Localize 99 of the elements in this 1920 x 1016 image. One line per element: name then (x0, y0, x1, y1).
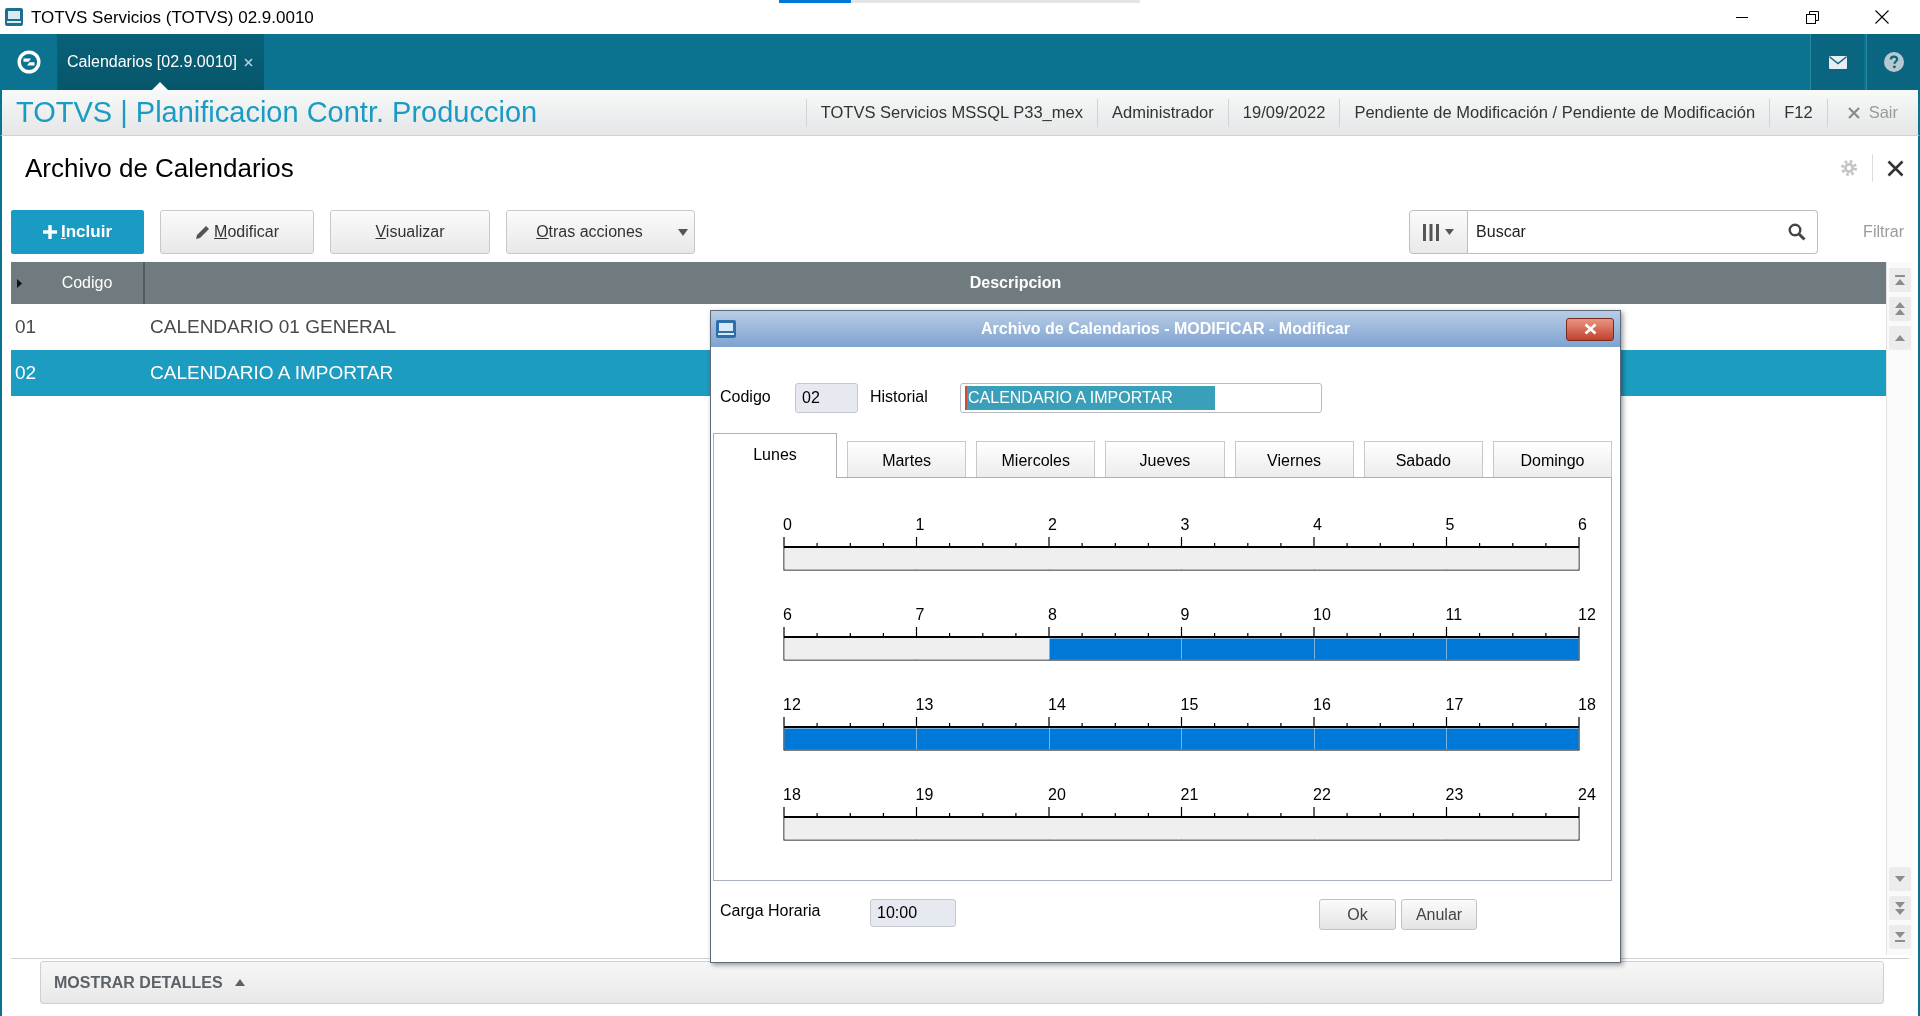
status-text: TOTVS Servicios MSSQL P33_mex (805, 98, 1097, 127)
tick-label: 18 (1578, 696, 1596, 713)
search-icon[interactable] (1788, 223, 1807, 241)
columns-icon (1423, 223, 1440, 241)
table-cell-text: CALENDARIO 01 GENERAL (149, 314, 397, 339)
hour-slot[interactable] (1182, 728, 1314, 750)
arrow-down-icon[interactable] (1889, 867, 1911, 891)
tick-label: 23 (1445, 786, 1464, 803)
tick-label: 24 (1578, 786, 1596, 803)
hour-slot[interactable] (1447, 728, 1579, 750)
tick-label: 21 (1180, 786, 1199, 803)
restore-icon[interactable] (1805, 10, 1819, 24)
pencil-icon (195, 224, 211, 240)
tick-label: 16 (1313, 696, 1331, 713)
tick-label: 18 (783, 786, 801, 803)
hour-slot[interactable] (917, 728, 1049, 750)
tick-label: 20 (1048, 786, 1066, 803)
tick-label: 19 (915, 786, 934, 803)
double-arrow-up-icon[interactable] (1889, 297, 1911, 321)
status-text: Pendiente de Modificación / Pendiente de Modificación (1339, 98, 1770, 127)
search-field[interactable]: Buscar (1468, 210, 1819, 254)
double-arrow-down-icon[interactable] (1889, 896, 1911, 920)
monitor-icon (5, 8, 23, 26)
caret-down-icon (1445, 229, 1455, 235)
dialog-button[interactable]: Ok (1319, 899, 1396, 930)
tick-label: 6 (1578, 516, 1587, 533)
tick-label: 4 (1313, 516, 1322, 533)
field-label: Historial (870, 387, 929, 407)
edit-button[interactable]: Modificar (160, 210, 314, 254)
close-icon (1847, 106, 1860, 119)
hour-slot[interactable] (1447, 638, 1579, 660)
hour-slot[interactable] (1447, 548, 1579, 570)
tick-label: 14 (1048, 696, 1066, 713)
more-actions-button[interactable]: Otras acciones (506, 210, 695, 254)
day-tab[interactable]: Jueves (1105, 441, 1225, 477)
tick-label: 17 (1445, 696, 1464, 713)
tick-label: 15 (1180, 696, 1199, 713)
tick-label: 12 (1578, 606, 1596, 623)
tick-label: 11 (1445, 606, 1463, 623)
minimize-icon[interactable] (1736, 16, 1748, 18)
caret-right-icon (17, 278, 22, 288)
plus-icon (43, 225, 57, 239)
day-tab[interactable]: Viernes (1234, 441, 1354, 477)
day-tab[interactable]: Domingo (1492, 441, 1613, 477)
tick-label: 22 (1313, 786, 1331, 803)
page-title: Archivo de Calendarios (25, 155, 295, 181)
skip-down-icon[interactable] (1889, 925, 1911, 949)
tick-label: 10 (1313, 606, 1331, 623)
columns-button[interactable] (1409, 210, 1469, 254)
skip-up-icon[interactable] (1889, 268, 1911, 292)
caret-down-icon (678, 228, 688, 236)
help-icon (1883, 52, 1904, 72)
scrollbar[interactable] (1886, 262, 1913, 955)
arrow-up-icon[interactable] (1889, 326, 1911, 350)
field-label: Carga Horaria (720, 901, 822, 921)
dialog-title: Archivo de Calendarios - MODIFICAR - Modificar (980, 319, 1351, 339)
table-cell-text: CALENDARIO A IMPORTAR (149, 360, 394, 385)
day-tab[interactable]: Sabado (1363, 441, 1483, 477)
tick-label: 8 (1048, 606, 1057, 623)
day-tab[interactable]: Martes (847, 441, 967, 477)
tick-label: 1 (915, 516, 925, 533)
close-icon[interactable] (1887, 159, 1904, 177)
monitor-icon (716, 320, 736, 338)
day-tab[interactable]: Miercoles (976, 441, 1096, 477)
column-header[interactable]: Codigo (22, 271, 143, 295)
tick-label: 2 (1048, 516, 1057, 533)
field-label: Codigo (720, 387, 772, 407)
column-header[interactable]: Descripcion (145, 271, 1886, 295)
details-bar[interactable]: MOSTRAR DETALLES (40, 961, 1884, 1004)
help-button[interactable] (1866, 34, 1920, 90)
day-tab[interactable]: Lunes (713, 433, 837, 478)
tick-label: 7 (915, 606, 925, 623)
logo-icon[interactable] (16, 50, 41, 74)
caret-up-icon (234, 979, 245, 986)
tick-label: 13 (915, 696, 934, 713)
status-text: F12 (1769, 98, 1827, 127)
status-text: Administrador (1097, 98, 1228, 127)
tick-label: 3 (1180, 516, 1190, 533)
close-icon[interactable] (1875, 10, 1889, 24)
close-button[interactable] (1566, 317, 1614, 341)
table-cell[interactable]: 01 (11, 312, 145, 342)
triangle-icon (152, 82, 168, 90)
close-icon (1583, 323, 1597, 335)
tick-label: 5 (1445, 516, 1455, 533)
settings-icon[interactable] (1840, 159, 1858, 177)
view-button[interactable]: Visualizar (330, 210, 490, 254)
mail-button[interactable] (1810, 34, 1864, 90)
hour-slot[interactable] (1182, 638, 1314, 660)
mail-icon (1828, 55, 1847, 69)
status-text: 19/09/2022 (1227, 98, 1340, 127)
dialog-button[interactable]: Anular (1401, 899, 1477, 930)
hour-slot[interactable] (1447, 818, 1579, 840)
window-title: TOTVS Servicios (TOTVS) 02.9.0010 (31, 8, 314, 26)
tick-label: 9 (1180, 606, 1190, 623)
app-tab[interactable]: Calendarios [02.9.0010] (58, 34, 264, 90)
tick-label: 6 (783, 606, 792, 623)
tick-label: 12 (783, 696, 801, 713)
app-title: TOTVS | Planificacion Contr. Produccion (15, 98, 538, 127)
tick-label: 0 (783, 516, 792, 533)
